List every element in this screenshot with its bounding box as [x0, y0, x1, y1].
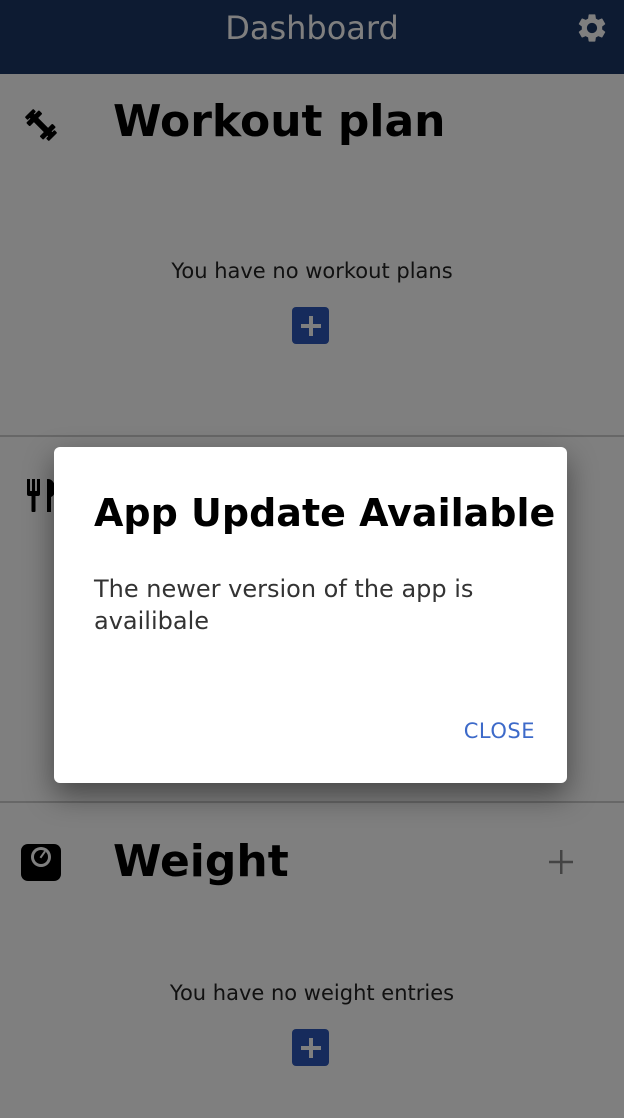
- close-button[interactable]: CLOSE: [460, 715, 539, 747]
- dialog-message: The newer version of the app is availiba…: [94, 575, 474, 635]
- dialog-title: App Update Available: [94, 491, 556, 535]
- update-dialog: App Update Available The newer version o…: [54, 447, 567, 783]
